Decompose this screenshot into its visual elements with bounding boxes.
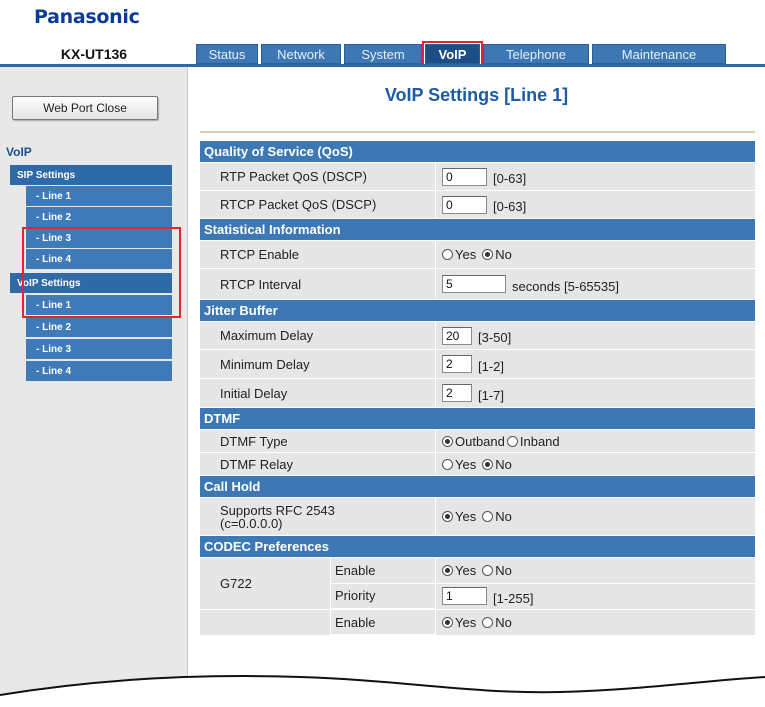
- codec-next-label: [200, 610, 331, 635]
- g722-enable-no-radio[interactable]: [482, 564, 494, 576]
- g722-enable-no-label: No: [495, 562, 512, 578]
- highlight-box: [22, 227, 181, 318]
- rtcp-enable-yes-label: Yes: [455, 247, 477, 262]
- tab-maintenance[interactable]: Maintenance: [592, 44, 726, 64]
- min-delay-input[interactable]: [442, 355, 472, 373]
- sidebar-item-voip-line-2[interactable]: - Line 2: [26, 317, 172, 338]
- dtmf-relay-no-radio[interactable]: [482, 458, 494, 470]
- g722-priority-input[interactable]: [442, 587, 487, 606]
- section-jitter-header: Jitter Buffer: [200, 300, 755, 322]
- table-row: RTCP Packet QoS (DSCP) [0-63]: [200, 191, 755, 219]
- rfc-2543-no-radio[interactable]: [482, 511, 494, 522]
- codec-next-enable-no-label: No: [495, 615, 512, 630]
- rtcp-qos-label: RTCP Packet QoS (DSCP): [200, 191, 436, 218]
- rtcp-interval-label: RTCP Interval: [200, 269, 436, 299]
- rfc-2543-yes-radio[interactable]: [442, 511, 453, 522]
- table-row: Enable Yes No: [200, 610, 755, 636]
- web-port-close-button[interactable]: Web Port Close: [12, 96, 158, 120]
- g722-label: G722: [200, 558, 331, 609]
- main-tabs: Status Network System VoIP Telephone Mai…: [196, 41, 729, 67]
- table-row: RTCP Enable Yes No: [200, 241, 755, 269]
- table-row: DTMF Relay Yes No: [200, 453, 755, 476]
- max-delay-input[interactable]: [442, 326, 472, 345]
- g722-enable-label: Enable: [331, 558, 436, 584]
- table-row: RTCP Interval seconds [5-65535]: [200, 269, 755, 300]
- g722-priority-label: Priority: [331, 583, 436, 609]
- rtcp-enable-yes-radio[interactable]: [442, 249, 453, 260]
- sidebar-item-sip-line-2[interactable]: - Line 2: [26, 207, 172, 228]
- sidebar-heading: VoIP: [6, 145, 32, 159]
- dtmf-relay-yes-label: Yes: [455, 456, 477, 472]
- g722-priority-range: [1-255]: [493, 590, 534, 606]
- rfc-2543-label: Supports RFC 2543 (c=0.0.0.0): [200, 498, 436, 535]
- dtmf-relay-yes-radio[interactable]: [442, 458, 453, 470]
- section-call-hold-header: Call Hold: [200, 476, 755, 498]
- page-title: VoIP Settings [Line 1]: [384, 85, 569, 105]
- table-row: Supports RFC 2543 (c=0.0.0.0) Yes No: [200, 498, 755, 536]
- table-row: RTP Packet QoS (DSCP) [0-63]: [200, 163, 755, 191]
- tab-status[interactable]: Status: [196, 44, 258, 64]
- sidebar-item-voip-line-3[interactable]: - Line 3: [26, 339, 172, 360]
- initial-delay-input[interactable]: [442, 384, 472, 402]
- initial-delay-range: [1-7]: [478, 387, 505, 403]
- rtcp-enable-no-radio[interactable]: [482, 249, 494, 260]
- max-delay-label: Maximum Delay: [200, 322, 436, 349]
- rtcp-interval-input[interactable]: [442, 275, 506, 293]
- codec-next-enable-label: Enable: [331, 610, 436, 635]
- tab-voip[interactable]: VoIP: [422, 41, 483, 67]
- sidebar-item-voip-line-4[interactable]: - Line 4: [26, 361, 172, 382]
- dtmf-relay-label: DTMF Relay: [200, 453, 436, 475]
- tab-system[interactable]: System: [344, 44, 422, 64]
- rfc-2543-no-label: No: [495, 509, 512, 524]
- section-qos-header: Quality of Service (QoS): [200, 141, 755, 163]
- rtp-qos-range: [0-63]: [493, 171, 527, 186]
- dtmf-outband-radio[interactable]: [442, 435, 453, 447]
- table-row: G722 Enable Yes No Priority [1-255]: [200, 558, 755, 610]
- rtp-qos-input[interactable]: [442, 167, 487, 186]
- dtmf-type-label: DTMF Type: [200, 430, 436, 452]
- table-row: Minimum Delay [1-2]: [200, 350, 755, 379]
- rtcp-enable-no-label: No: [495, 247, 512, 262]
- panasonic-logo: Panasonic: [34, 6, 140, 28]
- max-delay-range: [3-50]: [478, 330, 512, 345]
- rtp-qos-label: RTP Packet QoS (DSCP): [200, 163, 436, 190]
- model-name: KX-UT136: [60, 46, 128, 62]
- tab-telephone[interactable]: Telephone: [483, 44, 589, 64]
- table-row: Initial Delay [1-7]: [200, 379, 755, 408]
- rfc-2543-yes-label: Yes: [455, 509, 477, 524]
- dtmf-outband-label: Outband: [455, 433, 505, 449]
- settings-table: Quality of Service (QoS) RTP Packet QoS …: [200, 141, 755, 636]
- section-codec-header: CODEC Preferences: [200, 536, 755, 558]
- sidebar: Web Port Close VoIP SIP Settings - Line …: [0, 67, 188, 707]
- min-delay-label: Minimum Delay: [200, 350, 436, 378]
- codec-next-enable-yes-radio[interactable]: [442, 617, 453, 628]
- section-dtmf-header: DTMF: [200, 408, 755, 430]
- table-row: Maximum Delay [3-50]: [200, 322, 755, 350]
- sidebar-item-sip-line-1[interactable]: - Line 1: [26, 186, 172, 207]
- main-content: VoIP Settings [Line 1] Quality of Servic…: [188, 67, 765, 707]
- codec-next-enable-yes-label: Yes: [455, 615, 477, 630]
- g722-enable-yes-radio[interactable]: [442, 564, 453, 576]
- rtcp-enable-label: RTCP Enable: [200, 241, 436, 268]
- rfc-2543-label-line1: Supports RFC 2543: [220, 502, 335, 518]
- title-divider: [200, 131, 755, 133]
- rfc-2543-label-line2: (c=0.0.0.0): [220, 515, 283, 531]
- rtcp-interval-range: seconds [5-65535]: [512, 278, 619, 294]
- torn-edge-decoration: [0, 675, 765, 707]
- initial-delay-label: Initial Delay: [200, 379, 436, 407]
- sidebar-group-sip[interactable]: SIP Settings: [10, 165, 172, 186]
- dtmf-inband-radio[interactable]: [506, 435, 518, 447]
- rtcp-qos-input[interactable]: [442, 195, 487, 214]
- dtmf-relay-no-label: No: [495, 456, 512, 472]
- tab-network[interactable]: Network: [261, 44, 341, 64]
- min-delay-range: [1-2]: [478, 358, 505, 374]
- table-row: DTMF Type Outband Inband: [200, 430, 755, 453]
- rtcp-qos-range: [0-63]: [493, 199, 527, 214]
- codec-next-enable-no-radio[interactable]: [482, 617, 494, 628]
- g722-enable-yes-label: Yes: [455, 562, 477, 578]
- dtmf-inband-label: Inband: [519, 433, 560, 449]
- section-stats-header: Statistical Information: [200, 219, 755, 241]
